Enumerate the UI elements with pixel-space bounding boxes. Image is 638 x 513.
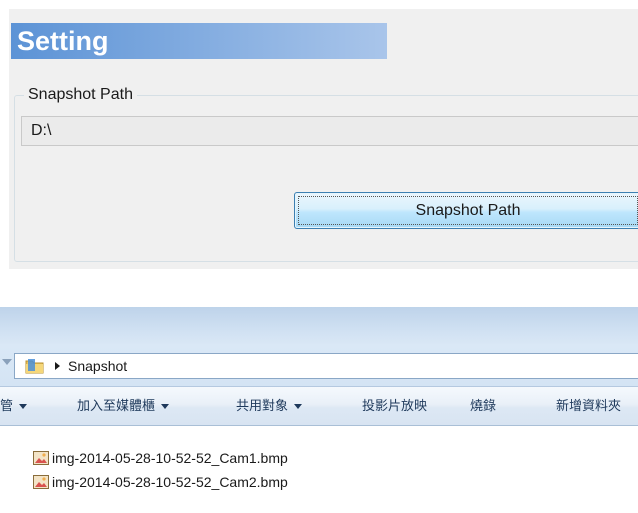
chevron-down-icon <box>294 404 303 410</box>
explorer-window: Snapshot 管 加入至媒體櫃 共用對象 投影片放映 燒錄 新增資料夾 im… <box>0 307 638 513</box>
snapshot-path-field[interactable]: D:\ <box>21 116 638 146</box>
recent-pages-dropdown-icon[interactable] <box>2 359 12 365</box>
file-list: img-2014-05-28-10-52-52_Cam1.bmp img-201… <box>0 426 638 513</box>
bmp-file-icon <box>33 475 49 489</box>
command-toolbar: 管 加入至媒體櫃 共用對象 投影片放映 燒錄 新增資料夾 <box>0 386 638 426</box>
window-title-strip <box>0 307 638 344</box>
setting-title: Setting <box>17 26 109 56</box>
chevron-down-icon <box>161 404 170 410</box>
folder-icon <box>25 359 44 374</box>
address-bar[interactable]: Snapshot <box>14 353 638 379</box>
toolbar-add-to-library-label: 加入至媒體櫃 <box>77 398 156 413</box>
breadcrumb-separator-icon[interactable] <box>55 362 60 370</box>
chevron-down-icon <box>19 404 28 410</box>
bmp-file-icon <box>33 451 49 465</box>
file-name: img-2014-05-28-10-52-52_Cam2.bmp <box>52 474 288 490</box>
toolbar-share-with-menu[interactable]: 共用對象 <box>236 387 303 425</box>
toolbar-organize-label: 管 <box>0 398 14 413</box>
file-name: img-2014-05-28-10-52-52_Cam1.bmp <box>52 450 288 466</box>
setting-header-bar: Setting <box>11 23 387 59</box>
toolbar-slideshow-button[interactable]: 投影片放映 <box>362 387 427 425</box>
toolbar-burn-button[interactable]: 燒錄 <box>470 387 496 425</box>
toolbar-share-with-label: 共用對象 <box>236 398 289 413</box>
breadcrumb-snapshot[interactable]: Snapshot <box>68 357 127 375</box>
snapshot-path-button-label: Snapshot Path <box>415 202 521 219</box>
setting-panel: Setting Snapshot Path D:\ Snapshot Path <box>9 9 638 269</box>
address-row: Snapshot <box>0 344 638 386</box>
toolbar-organize-menu[interactable]: 管 <box>0 387 28 425</box>
toolbar-new-folder-button[interactable]: 新增資料夾 <box>556 387 621 425</box>
snapshot-path-button[interactable]: Snapshot Path <box>294 192 638 229</box>
snapshot-path-group-label: Snapshot Path <box>24 85 137 105</box>
toolbar-add-to-library-menu[interactable]: 加入至媒體櫃 <box>77 387 170 425</box>
